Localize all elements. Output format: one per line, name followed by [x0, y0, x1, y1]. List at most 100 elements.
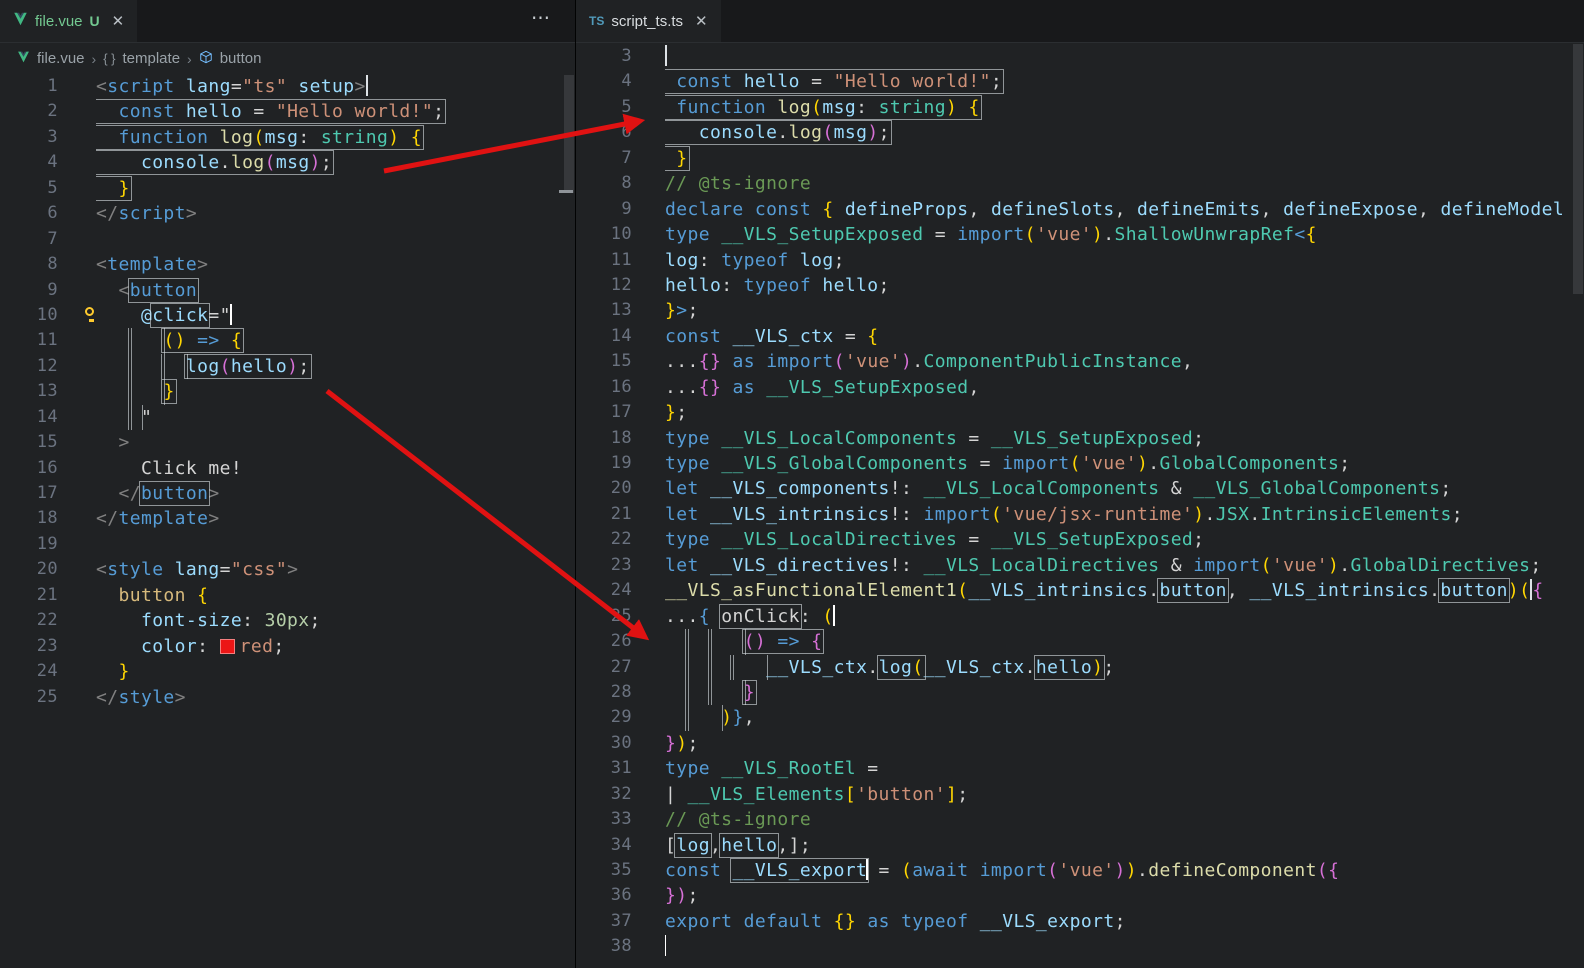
code-line[interactable]: 15 ...{} as import('vue').ComponentPublic…: [576, 349, 1584, 374]
code-line[interactable]: 29 )},: [576, 705, 1584, 731]
code-line[interactable]: 13}>;: [576, 298, 1584, 323]
close-icon[interactable]: ✕: [695, 12, 708, 30]
line-number: 24: [36, 661, 58, 682]
text-cursor: [229, 303, 232, 325]
code-line[interactable]: 23 color: red;: [0, 634, 575, 659]
code-line[interactable]: 8 <template>: [0, 252, 575, 277]
code-text: console.log(msg);: [96, 150, 575, 176]
breadcrumb-template[interactable]: template: [123, 50, 181, 67]
scrollbar-thumb[interactable]: [1573, 44, 1583, 294]
code-line[interactable]: 3 function log(msg: string) {: [0, 124, 575, 150]
code-text: color: red;: [140, 635, 285, 657]
code-line[interactable]: 12 hello: typeof hello;: [576, 273, 1584, 298]
code-line[interactable]: 5 function log(msg: string) {: [576, 94, 1584, 120]
code-line[interactable]: 35 const __VLS_export = (await import('vu…: [576, 858, 1584, 883]
mapping-box-empty: [707, 654, 735, 680]
code-text: const __VLS_ctx = {: [665, 325, 879, 347]
code-line[interactable]: 33 // @ts-ignore: [576, 807, 1584, 832]
code-line[interactable]: 14 const __VLS_ctx = {: [576, 324, 1584, 349]
code-line[interactable]: 19: [0, 532, 575, 557]
code-line[interactable]: 9 declare const { defineProps, defineSlot…: [576, 197, 1584, 222]
color-swatch[interactable]: [219, 638, 235, 654]
code-text: }: [96, 175, 575, 201]
code-line[interactable]: 30});: [576, 731, 1584, 756]
code-line[interactable]: 31 type __VLS_RootEl =: [576, 756, 1584, 781]
code-line[interactable]: 37 export default {} as typeof __VLS_expo…: [576, 909, 1584, 934]
scrollbar-thumb[interactable]: [564, 75, 574, 193]
lightbulb-icon[interactable]: [85, 306, 94, 322]
code-line[interactable]: 3: [576, 44, 1584, 69]
line-number: 1: [47, 76, 58, 96]
breadcrumb-button[interactable]: button: [220, 50, 262, 67]
editor-actions-more-icon[interactable]: ⋯: [531, 7, 551, 30]
code-line[interactable]: 4 const hello = "Hello world!";: [576, 69, 1584, 95]
code-line[interactable]: 7 }: [576, 145, 1584, 171]
code-line[interactable]: 18 </template>: [0, 506, 575, 531]
code-line[interactable]: 26 () => {: [576, 629, 1584, 655]
code-line[interactable]: 17 </button>: [0, 481, 575, 506]
code-line[interactable]: 6 </script>: [0, 201, 575, 226]
code-text: }: [118, 661, 130, 683]
code-line[interactable]: 22 font-size: 30px;: [0, 608, 575, 633]
breadcrumb-file[interactable]: file.vue: [37, 50, 85, 67]
editor-pane-right: TS script_ts.ts ✕ 34 const hello = "Hell…: [576, 0, 1584, 968]
code-line[interactable]: 15 >: [0, 430, 575, 455]
close-icon[interactable]: ✕: [112, 12, 125, 30]
code-line[interactable]: 16 ...{} as __VLS_SetupExposed,: [576, 375, 1584, 400]
code-line[interactable]: 38: [576, 934, 1584, 959]
code-line[interactable]: 10 type __VLS_SetupExposed = import('vue'…: [576, 222, 1584, 247]
code-line[interactable]: 13 }: [0, 379, 575, 405]
code-text: }>;: [665, 300, 699, 322]
mapping-box-empty: [96, 379, 132, 405]
code-line[interactable]: 16 Click me!: [0, 456, 575, 481]
tab-script-ts[interactable]: TS script_ts.ts ✕: [576, 0, 721, 42]
code-line[interactable]: 28 }: [576, 679, 1584, 706]
code-line[interactable]: 8 // @ts-ignore: [576, 171, 1584, 196]
code-line[interactable]: 2 const hello = "Hello world!";: [0, 99, 575, 125]
line-number: 37: [610, 910, 632, 931]
braces-icon: { }: [103, 51, 116, 66]
code-line[interactable]: 22 type __VLS_LocalDirectives = __VLS_Set…: [576, 527, 1584, 552]
code-line[interactable]: 21 button {: [0, 583, 575, 608]
code-line[interactable]: 24 __VLS_asFunctionalElement1(__VLS_intri…: [576, 578, 1584, 604]
code-line[interactable]: 1 <script lang="ts" setup>: [0, 74, 575, 99]
code-line[interactable]: 27 __VLS_ctx.log(__VLS_ctx.hello);: [576, 654, 1584, 680]
mapping-box-empty: [685, 629, 713, 655]
code-line[interactable]: 5 }: [0, 175, 575, 201]
code-line[interactable]: 20 <style lang="css">: [0, 557, 575, 582]
tab-label: file.vue: [35, 12, 83, 30]
code-line[interactable]: 11 () => {: [0, 328, 575, 354]
tabbar-right: TS script_ts.ts ✕: [576, 0, 1584, 43]
code-line[interactable]: 4 console.log(msg);: [0, 150, 575, 176]
mapping-box-empty: [127, 404, 144, 431]
code-line[interactable]: 10 @click=": [0, 302, 575, 328]
mapping-box-empty: [685, 654, 713, 680]
code-line[interactable]: 6 console.log(msg);: [576, 120, 1584, 146]
code-line[interactable]: 25 </style>: [0, 685, 575, 710]
line-number: 32: [610, 783, 632, 804]
code-line[interactable]: 20 let __VLS_components!: __VLS_LocalComp…: [576, 476, 1584, 501]
line-number: 20: [610, 478, 632, 499]
code-line[interactable]: 11 log: typeof log;: [576, 248, 1584, 273]
code-text: export default {} as typeof __VLS_export…: [665, 910, 1126, 932]
code-line[interactable]: 36});: [576, 883, 1584, 908]
vue-icon: [17, 50, 30, 67]
code-line[interactable]: 34 [log,hello,];: [576, 832, 1584, 858]
code-line[interactable]: 12 log(hello);: [0, 353, 575, 380]
line-number: 13: [36, 381, 58, 402]
text-cursor: [832, 604, 835, 626]
code-line[interactable]: 25 ...{ onClick: (: [576, 603, 1584, 629]
code-line[interactable]: 21 let __VLS_intrinsics!: import('vue/jsx…: [576, 502, 1584, 527]
tab-file-vue[interactable]: file.vue U ✕: [0, 0, 138, 42]
code-line[interactable]: 24 }: [0, 659, 575, 684]
code-line[interactable]: 32 | __VLS_Elements['button'];: [576, 782, 1584, 807]
code-line[interactable]: 7: [0, 227, 575, 252]
mapping-box-empty: [665, 629, 690, 655]
code-line[interactable]: 18 type __VLS_LocalComponents = __VLS_Set…: [576, 426, 1584, 451]
code-line[interactable]: 17};: [576, 400, 1584, 425]
code-line[interactable]: 9 <button: [0, 277, 575, 303]
chevron-right-icon: ›: [91, 50, 97, 67]
code-line[interactable]: 19 type __VLS_GlobalComponents = import('…: [576, 451, 1584, 476]
code-line[interactable]: 23 let __VLS_directives!: __VLS_LocalDire…: [576, 553, 1584, 578]
code-line[interactable]: 14 ": [0, 404, 575, 431]
